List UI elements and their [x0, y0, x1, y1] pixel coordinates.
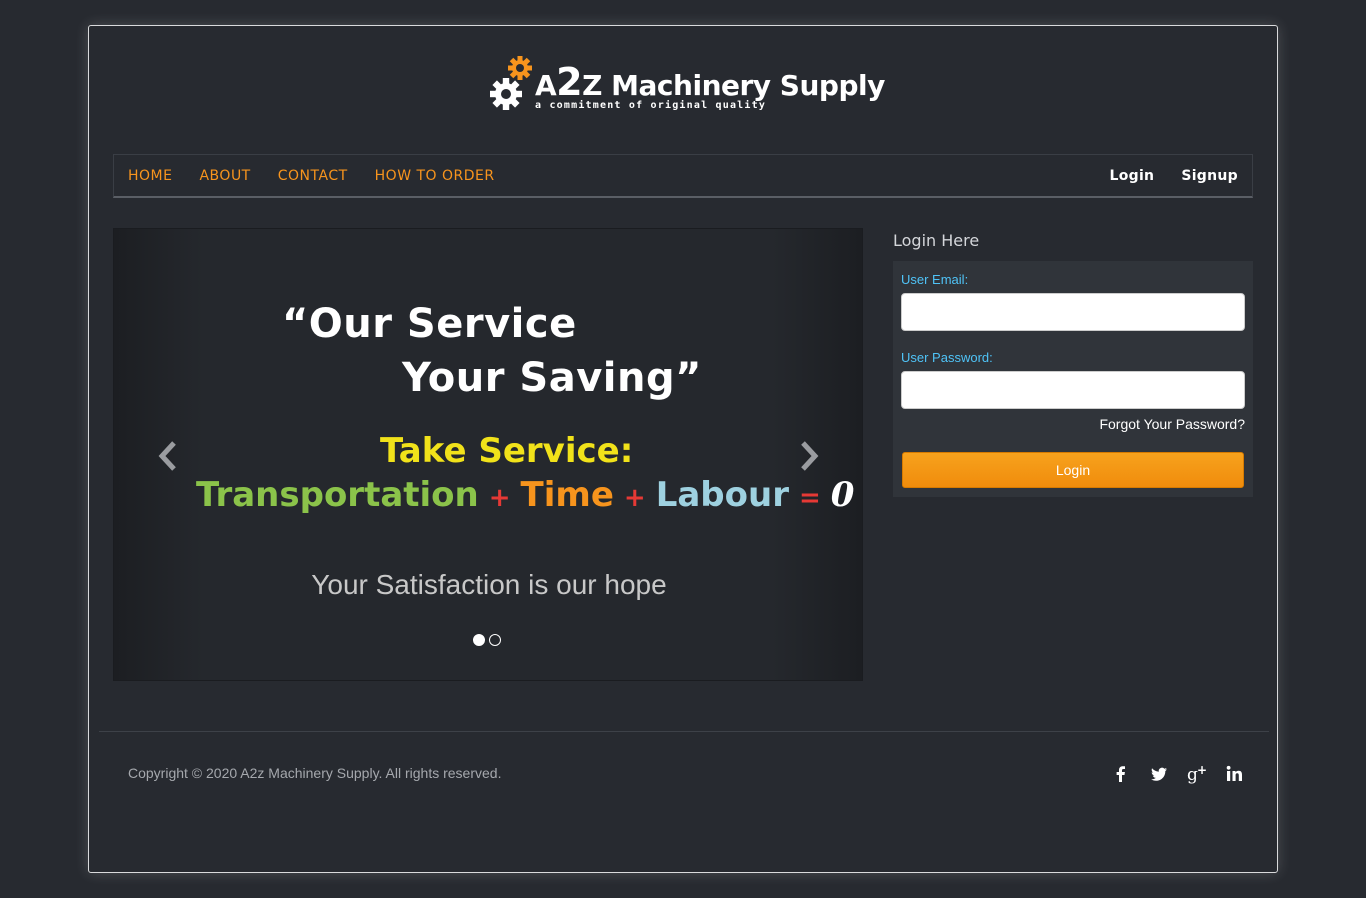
facebook-icon[interactable] [1111, 764, 1131, 784]
slogan-line-1: “Our Service [282, 301, 577, 347]
footer-divider [99, 731, 1269, 732]
formula-plus-1: + [488, 483, 511, 513]
forgot-password-link[interactable]: Forgot Your Password? [1099, 416, 1245, 432]
social-links: g + [1111, 763, 1245, 785]
login-button[interactable]: Login [902, 452, 1244, 488]
carousel-dot-1[interactable] [473, 634, 485, 646]
chevron-left-icon [158, 441, 176, 471]
carousel-dot-2[interactable] [489, 634, 501, 646]
service-formula: Transportation + Time + Labour = 0 [196, 475, 854, 515]
nav-home[interactable]: HOME [128, 168, 172, 184]
nav-signup[interactable]: Signup [1181, 168, 1238, 184]
brand-name-rest: Z Machinery Supply [582, 69, 885, 102]
formula-term-time: Time [520, 475, 614, 515]
brand-name-two: 2 [556, 60, 583, 104]
nav-how-to-order[interactable]: HOW TO ORDER [375, 168, 495, 184]
formula-equals: = [798, 483, 821, 513]
email-label: User Email: [901, 272, 969, 287]
nav-right-group: Login Signup [1110, 155, 1239, 197]
satisfaction-text: Your Satisfaction is our hope [311, 569, 667, 600]
nav-login[interactable]: Login [1110, 168, 1155, 184]
carousel-prev-button[interactable] [156, 439, 180, 473]
linkedin-icon[interactable] [1225, 764, 1245, 784]
gears-icon [490, 56, 532, 110]
login-heading: Login Here [893, 231, 980, 250]
password-label: User Password: [901, 350, 993, 365]
take-service-heading: Take Service: [380, 431, 634, 471]
svg-text:+: + [1197, 764, 1207, 777]
brand-name: A2Z Machinery Supply [535, 60, 885, 104]
hero-carousel: “Our Service Your Saving” Take Service: … [113, 228, 863, 681]
brand-tagline: a commitment of original quality [535, 100, 767, 111]
chevron-right-icon [801, 441, 819, 471]
nav-contact[interactable]: CONTACT [278, 168, 348, 184]
formula-result: 0 [830, 475, 855, 515]
brand-name-prefix: A [535, 69, 557, 102]
copyright-text: Copyright © 2020 A2z Machinery Supply. A… [128, 765, 502, 781]
google-plus-icon[interactable]: g + [1187, 763, 1207, 785]
carousel-next-button[interactable] [797, 439, 821, 473]
site-logo[interactable]: A2Z Machinery Supply a commitment of ori… [489, 52, 889, 118]
formula-plus-2: + [623, 483, 646, 513]
formula-term-transportation: Transportation [196, 475, 479, 515]
nav-left-group: HOME ABOUT CONTACT HOW TO ORDER [128, 155, 495, 197]
slogan-line-2: Your Saving” [402, 355, 702, 401]
twitter-icon[interactable] [1149, 764, 1169, 784]
email-field[interactable] [901, 293, 1245, 331]
password-field[interactable] [901, 371, 1245, 409]
carousel-indicators [473, 634, 501, 646]
page-frame: A2Z Machinery Supply a commitment of ori… [88, 25, 1278, 873]
login-form: User Email: User Password: Forgot Your P… [893, 261, 1253, 497]
main-navbar: HOME ABOUT CONTACT HOW TO ORDER Login Si… [113, 154, 1253, 198]
nav-about[interactable]: ABOUT [199, 168, 250, 184]
formula-term-labour: Labour [655, 475, 789, 515]
